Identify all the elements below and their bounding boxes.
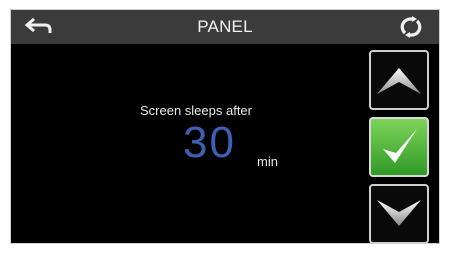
checkmark-icon	[383, 129, 417, 163]
confirm-button[interactable]	[369, 117, 429, 177]
sleep-timeout-unit: min	[257, 154, 278, 169]
page-title: PANEL	[197, 17, 253, 36]
increase-button[interactable]	[369, 50, 429, 110]
device-screen: PANEL Screen sleeps after 30 min	[10, 9, 440, 244]
up-arrow-icon	[377, 68, 421, 94]
sleep-timeout-value: 30	[183, 118, 236, 167]
refresh-button[interactable]	[399, 16, 423, 38]
down-arrow-icon	[377, 200, 421, 226]
decrease-button[interactable]	[369, 184, 429, 243]
header-bar: PANEL	[11, 10, 439, 44]
refresh-icon	[400, 16, 422, 38]
setting-label: Screen sleeps after	[139, 103, 252, 118]
